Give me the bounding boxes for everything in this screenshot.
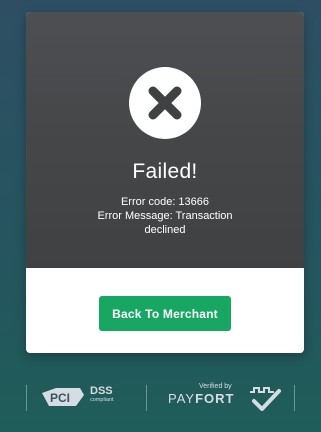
- verified-by-label: Verified by: [199, 383, 232, 390]
- dss-label: DSS: [90, 385, 113, 397]
- action-panel: Back To Merchant: [26, 268, 304, 353]
- security-footer: PCI DSS compliant Verified by PAYFORT: [0, 377, 321, 417]
- payfort-logo-text: PAYFORT: [168, 392, 234, 406]
- footer-divider-middle: [146, 385, 147, 411]
- dss-compliant-label: compliant: [90, 397, 114, 403]
- payfort-check-icon: [250, 387, 281, 411]
- back-to-merchant-button[interactable]: Back To Merchant: [99, 296, 231, 331]
- payfort-fort-text: FORT: [195, 391, 235, 406]
- svg-text:PCI: PCI: [50, 391, 70, 405]
- close-icon: [148, 86, 182, 120]
- footer-divider-left: [26, 385, 27, 411]
- footer-divider-right: [294, 385, 295, 411]
- page-title: Failed!: [132, 160, 198, 183]
- error-message-line-2: declined: [144, 224, 186, 236]
- failure-icon: [129, 67, 201, 139]
- pci-logo: PCI: [42, 388, 84, 406]
- payment-status-card: Failed! Error code: 13666 Error Message:…: [26, 12, 304, 353]
- error-code: Error code: 13666: [120, 196, 210, 208]
- error-message-line-1: Error Message: Transaction: [97, 210, 233, 222]
- payfort-pay-text: PAY: [168, 391, 196, 406]
- failure-panel: Failed! Error code: 13666 Error Message:…: [26, 12, 304, 268]
- error-details: Error code: 13666 Error Message: Transac…: [26, 195, 304, 237]
